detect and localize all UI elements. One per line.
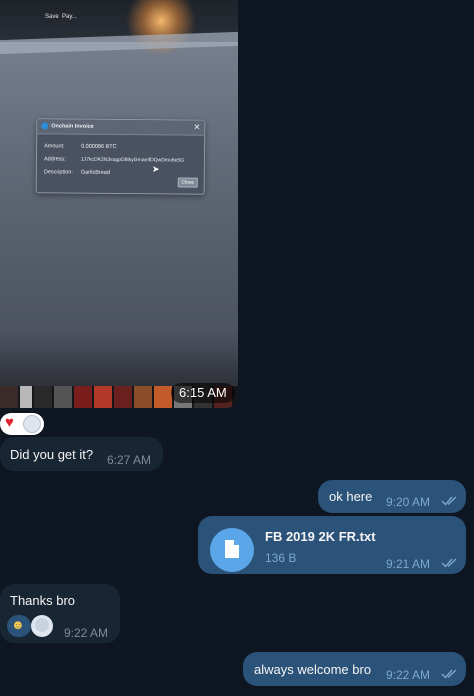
message-time: 9:21 AM (386, 557, 431, 571)
heart-eyes-emoji-icon: ☻ (11, 617, 25, 632)
message-text: Thanks bro (10, 593, 76, 608)
file-name[interactable]: FB 2019 2K FR.txt (265, 529, 376, 544)
message-text: Did you get it? (10, 447, 94, 462)
dialog-close-button: Close (177, 177, 198, 188)
photo-timestamp: 6:15 AM (171, 383, 235, 403)
message-text: always welcome bro (254, 662, 372, 677)
sticker-face-icon[interactable] (23, 415, 41, 433)
mouse-cursor-icon: ➤ (152, 164, 160, 174)
read-check-icon (441, 558, 457, 568)
message-time: 9:22 AM (64, 626, 109, 640)
message-time: 6:27 AM (107, 453, 152, 467)
dialog-app-icon (41, 122, 49, 130)
photo-invoice-dialog: Onchain Invoice ✕ Amount: 0.000086 BTC A… (35, 118, 206, 195)
dialog-amount-label: Amount: (44, 143, 65, 150)
file-size: 136 B (265, 551, 297, 565)
read-check-icon (441, 669, 457, 679)
message-text: ok here (329, 489, 373, 504)
message-time: 9:22 AM (386, 668, 431, 682)
photo-screen-label: Save (45, 14, 59, 20)
dialog-description-label: Description: (43, 169, 73, 176)
dialog-address-label: Address: (43, 156, 66, 163)
red-heart-icon[interactable]: ♥ (5, 414, 14, 431)
document-icon (225, 540, 239, 558)
close-icon: ✕ (193, 122, 201, 132)
photo-reactions[interactable]: ♥ (0, 413, 44, 435)
photo-screen-label: Pay... (62, 14, 77, 20)
dialog-description-value: GarlicBread (80, 169, 110, 176)
dialog-title: Onchain Invoice (51, 123, 94, 130)
message-time: 9:20 AM (386, 495, 431, 509)
read-check-icon (441, 496, 457, 506)
sticker-face-icon (35, 618, 49, 632)
dialog-address-value: 1J7kcDK2N3sugpD8tkyGmamfDQwDmu6e5G (80, 156, 185, 164)
dialog-amount-value: 0.000086 BTC (81, 143, 117, 150)
photo-shadow (0, 330, 238, 390)
photo-message[interactable]: Save Pay... Onchain Invoice ✕ Amount: 0.… (0, 0, 238, 408)
